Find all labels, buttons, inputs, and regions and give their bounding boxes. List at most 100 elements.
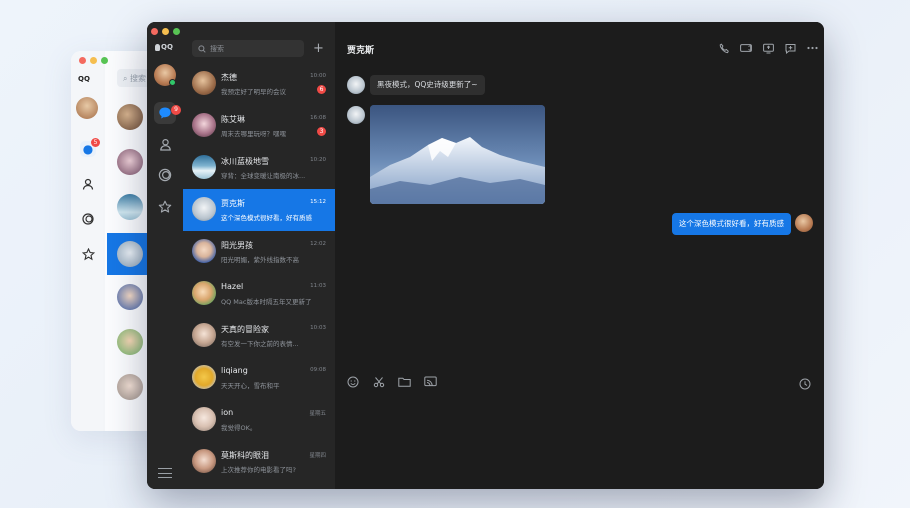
conversation-time: 12:02 [310,241,326,247]
channel-icon[interactable] [154,164,176,186]
conversation-preview: 我预定好了明早的会议 [221,88,286,96]
maximize-window-button[interactable] [173,28,180,35]
conversation-time: 11:03 [310,283,326,289]
background-avatar [117,104,143,130]
conversation-name: 莫斯科的眼泪 [221,451,269,460]
conversation-preview: 阳光明媚，紫外线指数不高 [221,256,299,264]
conversation-name: 陈艾琳 [221,115,245,124]
contact-avatar[interactable] [347,106,365,124]
my-avatar[interactable] [795,214,813,232]
qq-main-window: QQ 9 搜索 + 杰德 我预定好了明早的会议 10:00 6 陈艾琳 周末去哪… [147,22,824,489]
conversation-list: 搜索 + 杰德 我预定好了明早的会议 10:00 6 陈艾琳 周末去哪里玩呀？嘿… [183,22,335,489]
background-badge: 5 [91,138,100,147]
conversation-item[interactable]: 莫斯科的眼泪 上次推荐你的电影看了吗? 星期四 [183,441,335,483]
background-avatar [117,149,143,175]
background-avatar [117,194,143,220]
search-placeholder: 搜索 [210,44,224,53]
scissors-icon[interactable] [372,375,385,388]
incoming-image-message[interactable] [370,105,545,204]
close-window-button[interactable] [151,28,158,35]
conversation-item[interactable]: ion 我觉得OK。 星期五 [183,399,335,441]
conversation-preview: 天天开心，雪布和平 [221,382,280,390]
video-icon[interactable] [740,42,752,54]
conversation-preview: 周末去哪里玩呀？嘿嘿 [221,130,286,138]
conversation-time: 16:08 [310,115,326,121]
contact-avatar[interactable] [347,76,365,94]
conversation-preview: QQ Mac版本时隔五年又更新了 [221,298,312,306]
incoming-message-bubble: 黑夜模式，QQ史诗级更新了~ [370,75,485,95]
menu-icon[interactable] [155,466,175,480]
conversation-time: 星期五 [309,411,326,417]
background-favorites-icon [80,247,96,264]
screenshot-icon[interactable] [424,375,437,388]
conversation-time: 09:08 [310,367,326,373]
conversation-name: ion [221,408,234,417]
background-avatar [117,241,143,267]
avatar [192,113,216,137]
outgoing-message-bubble: 这个深色模式很好看，好有质感 [672,213,791,235]
conversation-name: 阳光男孩 [221,241,253,250]
conversation-item[interactable]: 天真的冒险家 有空发一下你之前的表情... 10:03 [183,315,335,357]
conversation-name: 杰德 [221,73,237,82]
add-chat-icon[interactable] [784,42,796,54]
avatar [192,449,216,473]
conversation-item-active[interactable]: 贾克斯 这个深色模式很好看，好有质感 15:12 [183,189,335,231]
folder-icon[interactable] [398,375,411,388]
app-logo: QQ [155,43,173,51]
clock-icon[interactable] [799,375,812,390]
conversation-time: 10:00 [310,73,326,79]
background-avatar [117,284,143,310]
unread-count-badge: 3 [317,127,326,136]
conversation-time: 15:12 [310,199,326,205]
chat-title: 贾克斯 [347,46,375,56]
contacts-icon[interactable] [154,133,176,155]
background-app-logo: QQ [78,75,90,83]
avatar [192,407,216,431]
conversation-item[interactable]: 杰德 我预定好了明早的会议 10:00 6 [183,63,335,105]
background-avatar [117,374,143,400]
conversation-name: 冰川蓝极地雪 [221,157,269,166]
chat-panel: 贾克斯 黑夜模式，QQ史诗级更新了~ 这个深色模式很好看，好有质感 [335,22,824,489]
conversation-preview: 上次推荐你的电影看了吗? [221,466,296,474]
snowy-mountain-image [370,105,545,204]
conversation-name: 贾克斯 [221,199,245,208]
chat-header-actions [718,42,818,54]
add-button[interactable]: + [310,40,327,57]
background-channel-icon [80,213,96,229]
more-icon[interactable] [806,42,818,54]
background-contacts-icon [80,178,96,194]
background-traffic-lights [79,57,108,64]
search-input[interactable]: 搜索 [192,40,304,57]
conversation-name: Hazel [221,282,244,291]
avatar [192,281,216,305]
online-status-dot [169,79,176,86]
conversation-item[interactable]: 冰川蓝极地雪 穿背：全球变暖让南极的冰... 10:20 [183,147,335,189]
emoji-icon[interactable] [346,375,359,388]
conversation-item[interactable]: 阳光男孩 阳光明媚，紫外线指数不高 12:02 [183,231,335,273]
conversation-preview: 穿背：全球变暖让南极的冰... [221,172,306,180]
conversation-item[interactable]: 陈艾琳 周末去哪里玩呀？嘿嘿 16:08 3 [183,105,335,147]
phone-icon[interactable] [718,42,730,54]
avatar [192,323,216,347]
conversation-item[interactable]: liqiang 天天开心，雪布和平 09:08 [183,357,335,399]
avatar [192,197,216,221]
background-avatar [117,329,143,355]
nav-rail: QQ 9 [147,22,183,489]
conversation-item[interactable]: Hazel QQ Mac版本时隔五年又更新了 11:03 [183,273,335,315]
favorites-icon[interactable] [154,196,176,218]
avatar [192,239,216,263]
minimize-window-button[interactable] [162,28,169,35]
conversation-time: 10:20 [310,157,326,163]
unread-badge: 9 [171,105,181,115]
conversation-name: liqiang [221,366,248,375]
avatar [192,71,216,95]
window-controls [151,28,180,35]
conversation-name: 天真的冒险家 [221,325,269,334]
conversation-preview: 有空发一下你之前的表情... [221,340,299,348]
avatar [192,155,216,179]
search-icon [198,44,206,53]
unread-count-badge: 6 [317,85,326,94]
background-user-avatar [76,97,98,119]
screen-share-icon[interactable] [762,42,774,54]
avatar [192,365,216,389]
